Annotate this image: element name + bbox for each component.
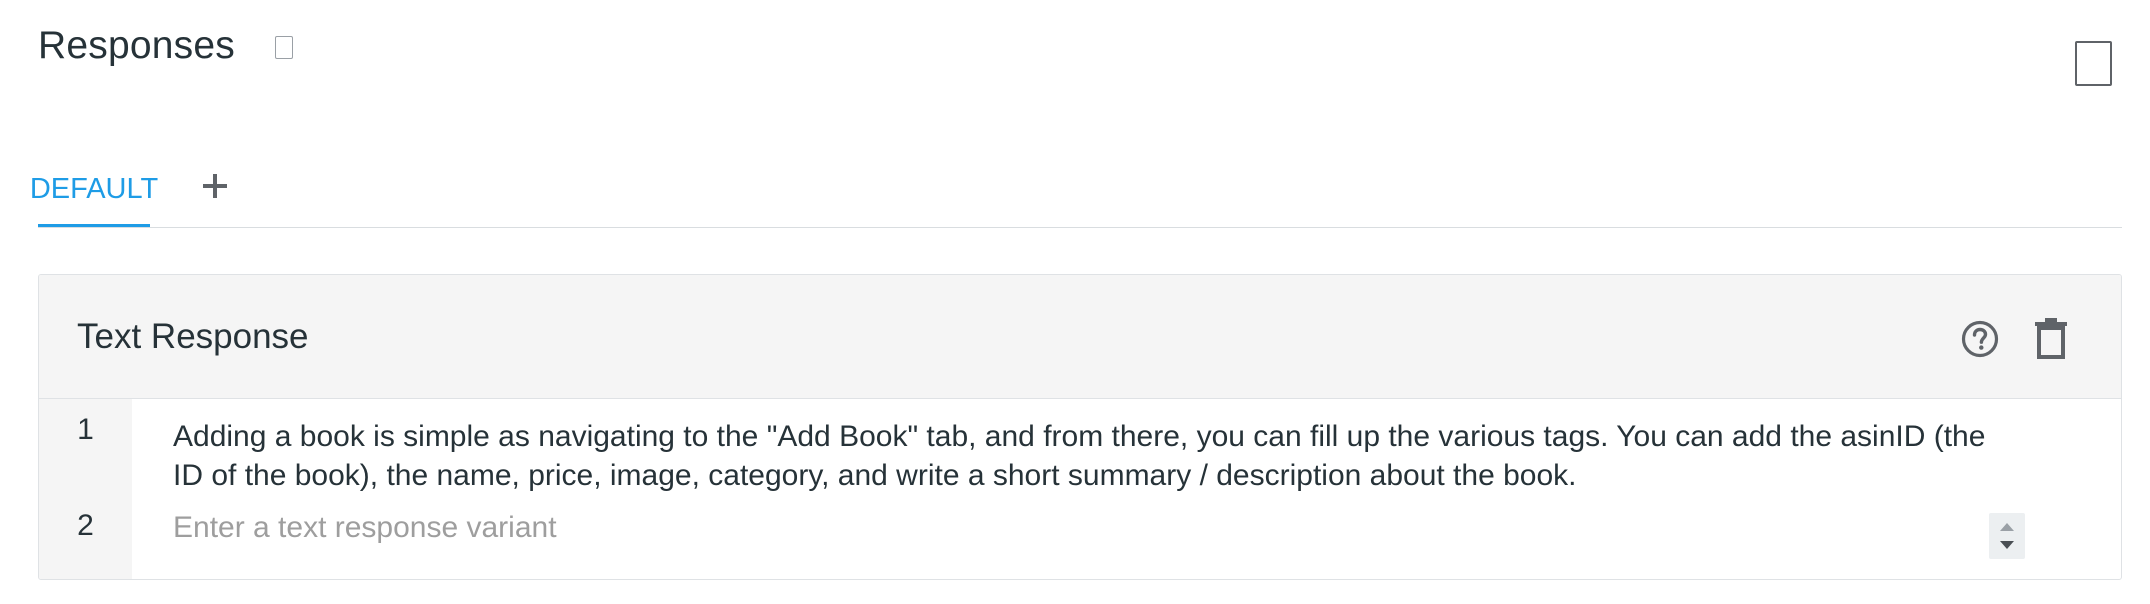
line-number-gutter: 1 2 xyxy=(39,399,132,579)
add-tab-button[interactable] xyxy=(192,163,238,209)
variant-stepper[interactable] xyxy=(1989,513,2025,559)
response-text-1[interactable]: Adding a book is simple as navigating to… xyxy=(173,417,2023,495)
section-toggle-checkbox[interactable] xyxy=(2075,41,2112,86)
response-variant-input[interactable] xyxy=(173,507,1973,549)
text-response-card: Text Response 1 2 Adding a book is simpl… xyxy=(38,274,2122,580)
title-checkbox[interactable] xyxy=(274,35,293,59)
tab-default[interactable]: DEFAULT xyxy=(30,155,158,227)
trash-icon[interactable] xyxy=(2033,317,2069,359)
line-number: 1 xyxy=(77,413,94,446)
help-circle-icon[interactable] xyxy=(1960,319,2000,359)
page-title: Responses xyxy=(38,24,235,67)
responses-panel: Responses DEFAULT Text Response 1 2 Addi… xyxy=(0,0,2150,604)
response-tabs: DEFAULT xyxy=(30,155,2122,228)
plus-icon xyxy=(203,174,227,198)
line-number: 2 xyxy=(77,509,94,542)
tab-default-label: DEFAULT xyxy=(29,173,159,205)
responses-header: Responses xyxy=(38,24,293,68)
card-title: Text Response xyxy=(77,317,309,356)
stepper-arrows-icon xyxy=(2000,523,2014,549)
card-header: Text Response xyxy=(39,275,2121,399)
